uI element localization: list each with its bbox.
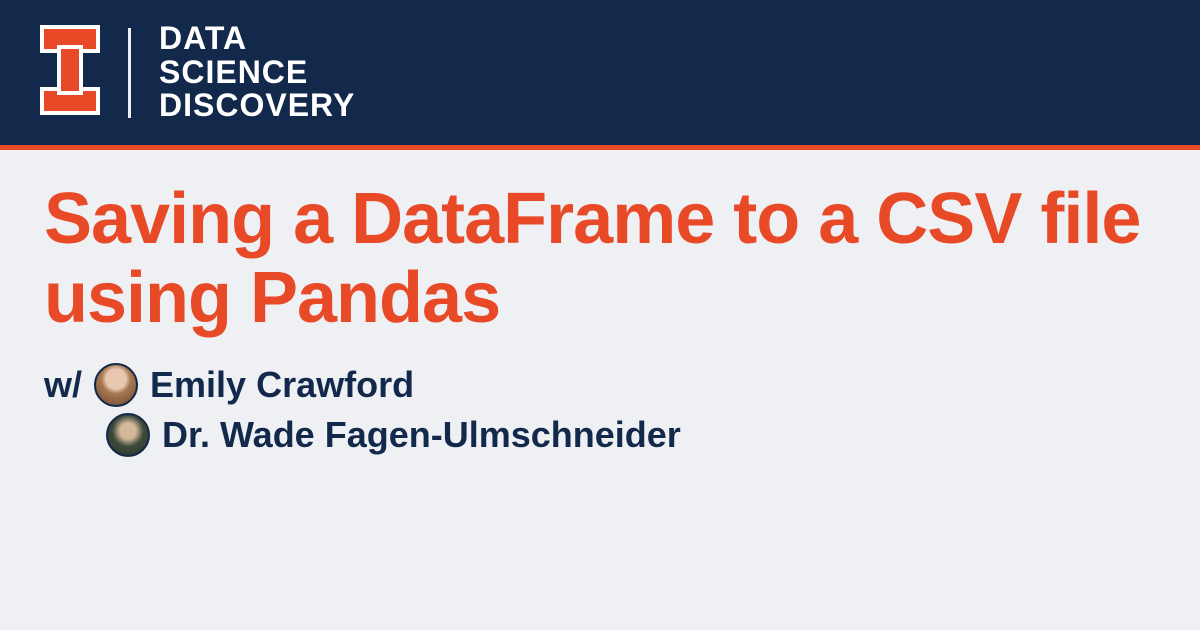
avatar — [94, 363, 138, 407]
illinois-block-i-logo — [40, 25, 100, 120]
brand-line-2: SCIENCE — [159, 56, 355, 90]
brand-name: DATA SCIENCE DISCOVERY — [159, 22, 355, 123]
author-name: Emily Crawford — [150, 364, 414, 406]
author-row: Dr. Wade Fagen-Ulmschneider — [44, 413, 1156, 457]
brand-divider — [128, 28, 131, 118]
header-bar: DATA SCIENCE DISCOVERY — [0, 0, 1200, 150]
brand-line-3: DISCOVERY — [159, 89, 355, 123]
author-row: w/ Emily Crawford — [44, 363, 1156, 407]
page-title: Saving a DataFrame to a CSV file using P… — [44, 180, 1156, 338]
author-prefix: w/ — [44, 364, 82, 406]
avatar — [106, 413, 150, 457]
brand-line-1: DATA — [159, 22, 355, 56]
authors-block: w/ Emily Crawford Dr. Wade Fagen-Ulmschn… — [44, 363, 1156, 457]
content-area: Saving a DataFrame to a CSV file using P… — [0, 150, 1200, 457]
author-name: Dr. Wade Fagen-Ulmschneider — [162, 414, 681, 456]
